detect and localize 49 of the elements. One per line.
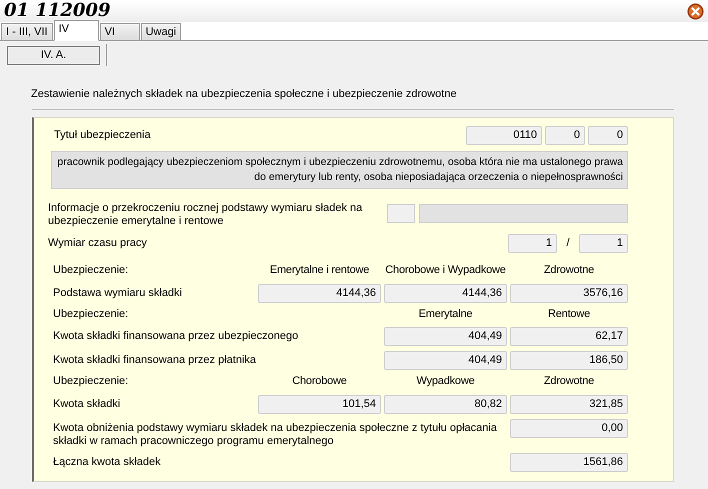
numerator-field[interactable]: 1 [508, 234, 557, 253]
row-label: Łączna kwota składek [52, 454, 162, 468]
column-heading: Chorobowe i Wypadkowe [384, 263, 507, 278]
value-field[interactable]: 80,82 [384, 394, 507, 414]
column-heading: Wypadkowe [415, 374, 476, 389]
row-label: Ubezpieczenie: [52, 263, 130, 278]
row-label: Kwota składki finansowana przez ubezpieczonego [52, 329, 300, 343]
row-label: Kwota obniżenia podstawy wymiaru składek na ubezpieczenia społeczne z tytułu opłacania składki w ramach pracowniczego programu emerytalnego [52, 420, 498, 448]
section-heading: Zestawienie należnych składek na ubezpieczenia społeczne i ubezpieczenie zdrowotne [31, 87, 458, 101]
value-field[interactable]: 4144,36 [258, 284, 381, 302]
value-field[interactable]: 62,17 [510, 327, 628, 346]
window-title: 01 112009 [4, 1, 110, 21]
column-heading: Rentowe [546, 306, 591, 322]
tab[interactable]: IV [54, 20, 99, 41]
row-label: Kwota składki finansowana przez płatnika [52, 353, 258, 367]
flag-field[interactable] [387, 204, 415, 223]
code-field[interactable]: 0 [588, 126, 628, 145]
row-label: Ubezpieczenie: [52, 374, 130, 389]
column-heading: Zdrowotne [542, 263, 596, 278]
denominator-field[interactable]: 1 [579, 234, 628, 253]
value-field[interactable]: 3576,16 [510, 284, 628, 302]
value-field[interactable]: 404,49 [384, 327, 507, 346]
code-field[interactable]: 0110 [466, 126, 542, 145]
limit-field[interactable] [419, 204, 628, 223]
column-heading: Emerytalne [418, 306, 474, 322]
tab[interactable]: VI [100, 23, 140, 41]
column-heading: Emerytalne i rentowe [268, 263, 370, 278]
value-field[interactable]: 404,49 [384, 351, 507, 370]
column-heading: Zdrowotne [542, 374, 596, 389]
close-icon[interactable] [687, 2, 704, 20]
row-label: Podstawa wymiaru składki [52, 286, 183, 300]
field-label: Informacje o przekroczeniu rocznej podstawy wymiaru sładek na ubezpieczenie emerytalne i rentowe [48, 202, 364, 228]
field-label: Wymiar czasu pracy [48, 236, 147, 252]
fraction-slash: / [565, 236, 571, 252]
row-label: Ubezpieczenie: [52, 306, 130, 322]
field-label: Tytuł ubezpieczenia [54, 128, 151, 144]
value-field[interactable]: 4144,36 [384, 284, 507, 302]
value-field[interactable]: 1561,86 [510, 452, 628, 472]
value-field[interactable]: 321,85 [510, 394, 628, 414]
column-heading: Chorobowe [291, 374, 348, 389]
row-label: Kwota składki [52, 396, 122, 410]
value-field[interactable]: 186,50 [510, 351, 628, 370]
description-box: pracownik podlegający ubezpieczeniom społecznym i ubezpieczeniu zdrowotnemu, osoba która nie ma ustalonego prawa do emerytury lub renty, osoba nieposiadająca orzeczenia o niepełnosprawności [51, 151, 628, 189]
tab[interactable]: Uwagi [140, 23, 182, 41]
tab[interactable]: I - III, VII [1, 23, 53, 41]
code-field[interactable]: 0 [545, 126, 585, 145]
value-field[interactable]: 101,54 [258, 394, 381, 414]
value-field[interactable]: 0,00 [510, 418, 628, 438]
subtab[interactable]: IV. A. [7, 46, 100, 64]
